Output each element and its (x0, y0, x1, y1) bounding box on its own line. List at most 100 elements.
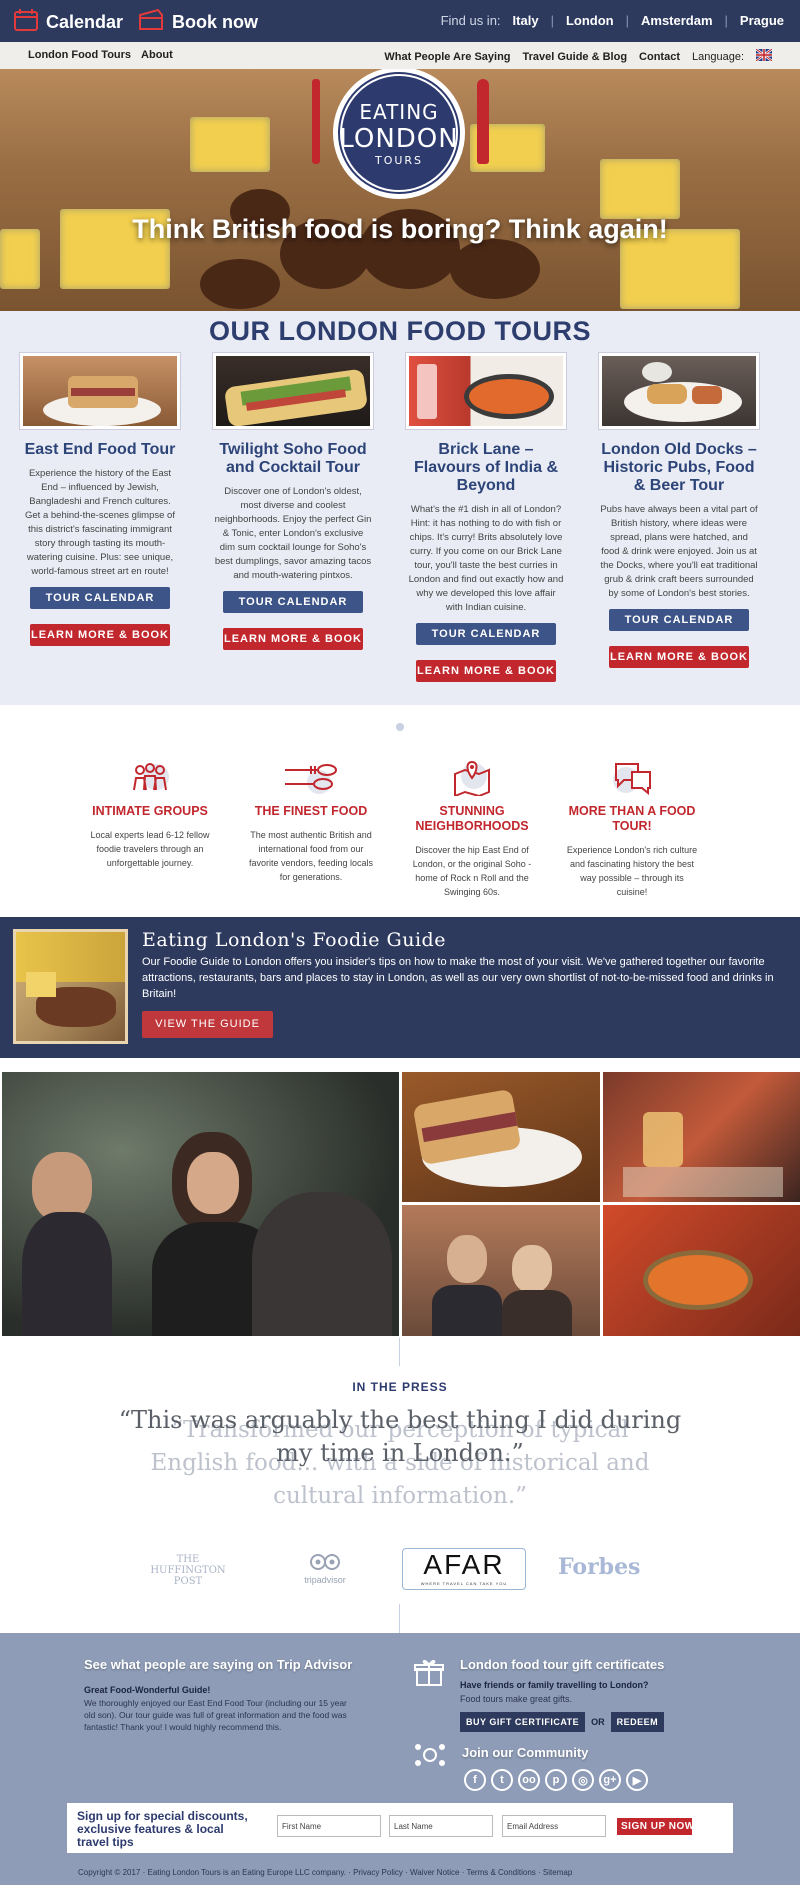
hero-image-walnut (450, 239, 540, 299)
tours-section: OUR LONDON FOOD TOURS East End Food Tour… (0, 311, 800, 705)
tour-photo-tacos[interactable] (213, 353, 373, 429)
ticket-icon (138, 8, 164, 36)
community-title: Join our Community (462, 1745, 589, 1760)
nav-about[interactable]: About (141, 49, 173, 61)
feature-title: STUNNING NEIGHBORHOODS (415, 804, 529, 833)
photo-gallery (0, 1070, 800, 1338)
book-now-link[interactable]: Book now (138, 8, 258, 36)
hero-banner: EATING LONDON TOURS Think British food i… (0, 69, 800, 311)
instagram-icon[interactable]: ◎ (572, 1769, 594, 1791)
gift-certificates-title: London food tour gift certificates (460, 1657, 665, 1672)
foodie-guide-text: Our Foodie Guide to London offers you in… (142, 956, 774, 1000)
tour-calendar-button[interactable]: TOUR CALENDAR (416, 623, 556, 645)
eating-london-logo[interactable]: EATING LONDON TOURS (333, 69, 465, 199)
feature-intimate-groups: INTIMATE GROUPS Local experts lead 6-12 … (82, 760, 218, 870)
calendar-label: Calendar (46, 12, 124, 32)
tour-card-east-end: East End Food Tour Experience the histor… (17, 353, 183, 646)
tour-card-old-docks: London Old Docks – Historic Pubs, Food &… (596, 353, 762, 668)
learn-more-book-button[interactable]: LEARN MORE & BOOK (416, 660, 556, 682)
copyright: Copyright © 2017 · Eating London Tours i… (78, 1868, 573, 1877)
nav-travel-guide-blog[interactable]: Travel Guide & Blog (523, 51, 628, 63)
tour-photo-fish-and-chips[interactable] (599, 353, 759, 429)
tour-calendar-button[interactable]: TOUR CALENDAR (609, 609, 749, 631)
foodie-guide-title: Eating London's Foodie Guide (142, 929, 446, 951)
feature-more-than-food-tour: MORE THAN A FOOD TOUR! Experience London… (564, 760, 700, 899)
newsletter-signup: Sign up for special discounts, exclusive… (67, 1803, 733, 1853)
huffington-post-logo[interactable]: THE HUFFINGTON POST (148, 1554, 228, 1587)
gift-icon (414, 1657, 444, 1692)
feature-text: Local experts lead 6-12 fellow foodie tr… (90, 830, 210, 868)
forbes-logo[interactable]: Forbes (558, 1554, 648, 1580)
view-the-guide-button[interactable]: VIEW THE GUIDE (142, 1011, 273, 1038)
social-links: f t oo p ◎ g+ ▶ (464, 1769, 648, 1791)
review-text: We thoroughly enjoyed our East End Food … (84, 1698, 347, 1732)
tripadvisor-icon[interactable]: oo (518, 1769, 540, 1791)
press-section: IN THE PRESS “Transformed our perception… (0, 1338, 800, 1633)
first-name-input[interactable]: First Name (277, 1815, 381, 1837)
learn-more-book-button[interactable]: LEARN MORE & BOOK (30, 624, 170, 646)
map-pin-icon (452, 760, 492, 798)
redeem-button[interactable]: REDEEM (610, 1712, 665, 1732)
tour-card-brick-lane: Brick Lane – Flavours of India & Beyond … (403, 353, 569, 682)
divider: | (625, 13, 629, 28)
nav-london-food-tours[interactable]: London Food Tours (28, 49, 131, 61)
feature-title: INTIMATE GROUPS (92, 804, 208, 818)
uk-flag-icon[interactable] (755, 48, 773, 64)
facebook-icon[interactable]: f (464, 1769, 486, 1791)
tour-title[interactable]: Twilight Soho Food and Cocktail Tour (210, 441, 376, 477)
gallery-photo-pouring-drinks[interactable] (603, 1072, 800, 1202)
learn-more-book-button[interactable]: LEARN MORE & BOOK (223, 628, 363, 650)
hero-headline: Think British food is boring? Think agai… (132, 214, 668, 244)
tour-description: Pubs have always been a vital part of Br… (600, 504, 758, 599)
gallery-photo-group-dining[interactable] (2, 1072, 399, 1336)
feature-text: Discover the hip East End of London, or … (412, 845, 532, 897)
youtube-icon[interactable]: ▶ (626, 1769, 648, 1791)
gallery-photo-eating-street[interactable] (402, 1205, 600, 1336)
main-nav: London Food Tours About What People Are … (0, 42, 800, 69)
twitter-icon[interactable]: t (491, 1769, 513, 1791)
owl-icon (310, 1554, 340, 1570)
gallery-photo-sandwich[interactable] (402, 1072, 600, 1202)
foodie-guide-banner: Eating London's Foodie Guide Our Foodie … (0, 917, 800, 1058)
section-divider-line (399, 1338, 400, 1366)
tour-title[interactable]: London Old Docks – Historic Pubs, Food &… (596, 441, 762, 495)
buy-gift-certificate-button[interactable]: BUY GIFT CERTIFICATE (460, 1712, 586, 1732)
tour-photo-sandwich[interactable] (20, 353, 180, 429)
book-now-label: Book now (172, 12, 258, 32)
nav-contact[interactable]: Contact (639, 51, 680, 63)
press-quote: “This was arguably the best thing I did … (118, 1406, 682, 1467)
nav-what-people-are-saying[interactable]: What People Are Saying (384, 51, 510, 63)
spoon-icon (477, 79, 489, 164)
sign-up-button[interactable]: SIGN UP NOW (617, 1818, 692, 1835)
pinterest-icon[interactable]: p (545, 1769, 567, 1791)
afar-logo[interactable]: AFAR WHERE TRAVEL CAN TAKE YOU (402, 1548, 526, 1590)
city-link-italy[interactable]: Italy (513, 13, 539, 28)
gallery-photo-curry[interactable] (603, 1205, 800, 1336)
tour-title[interactable]: East End Food Tour (17, 441, 183, 459)
email-input[interactable]: Email Address (502, 1815, 606, 1837)
signup-text: Sign up for special discounts, exclusive… (77, 1809, 248, 1849)
city-link-amsterdam[interactable]: Amsterdam (641, 13, 713, 28)
tripadvisor-title[interactable]: See what people are saying on Trip Advis… (84, 1657, 354, 1672)
tripadvisor-logo[interactable]: tripadvisor (300, 1552, 350, 1585)
tour-photo-curry[interactable] (406, 353, 566, 429)
learn-more-book-button[interactable]: LEARN MORE & BOOK (609, 646, 749, 668)
fork-spoon-icon (285, 760, 337, 796)
city-link-london[interactable]: London (566, 13, 614, 28)
last-name-input[interactable]: Last Name (389, 1815, 493, 1837)
city-link-prague[interactable]: Prague (740, 13, 784, 28)
feature-title: MORE THAN A FOOD TOUR! (568, 804, 696, 833)
feature-stunning-neighborhoods: STUNNING NEIGHBORHOODS Discover the hip … (404, 760, 540, 899)
gift-question: Have friends or family travelling to Lon… (460, 1680, 649, 1690)
google-plus-icon[interactable]: g+ (599, 1769, 621, 1791)
chat-icon (612, 760, 652, 796)
footer: See what people are saying on Trip Advis… (0, 1633, 800, 1885)
people-icon (130, 760, 170, 796)
tour-calendar-button[interactable]: TOUR CALENDAR (223, 591, 363, 613)
tour-title[interactable]: Brick Lane – Flavours of India & Beyond (403, 441, 569, 495)
calendar-link[interactable]: Calendar (14, 9, 123, 36)
fork-icon (312, 79, 320, 164)
tour-calendar-button[interactable]: TOUR CALENDAR (30, 587, 170, 609)
tour-card-twilight-soho: Twilight Soho Food and Cocktail Tour Dis… (210, 353, 376, 650)
feature-title: THE FINEST FOOD (254, 804, 368, 818)
